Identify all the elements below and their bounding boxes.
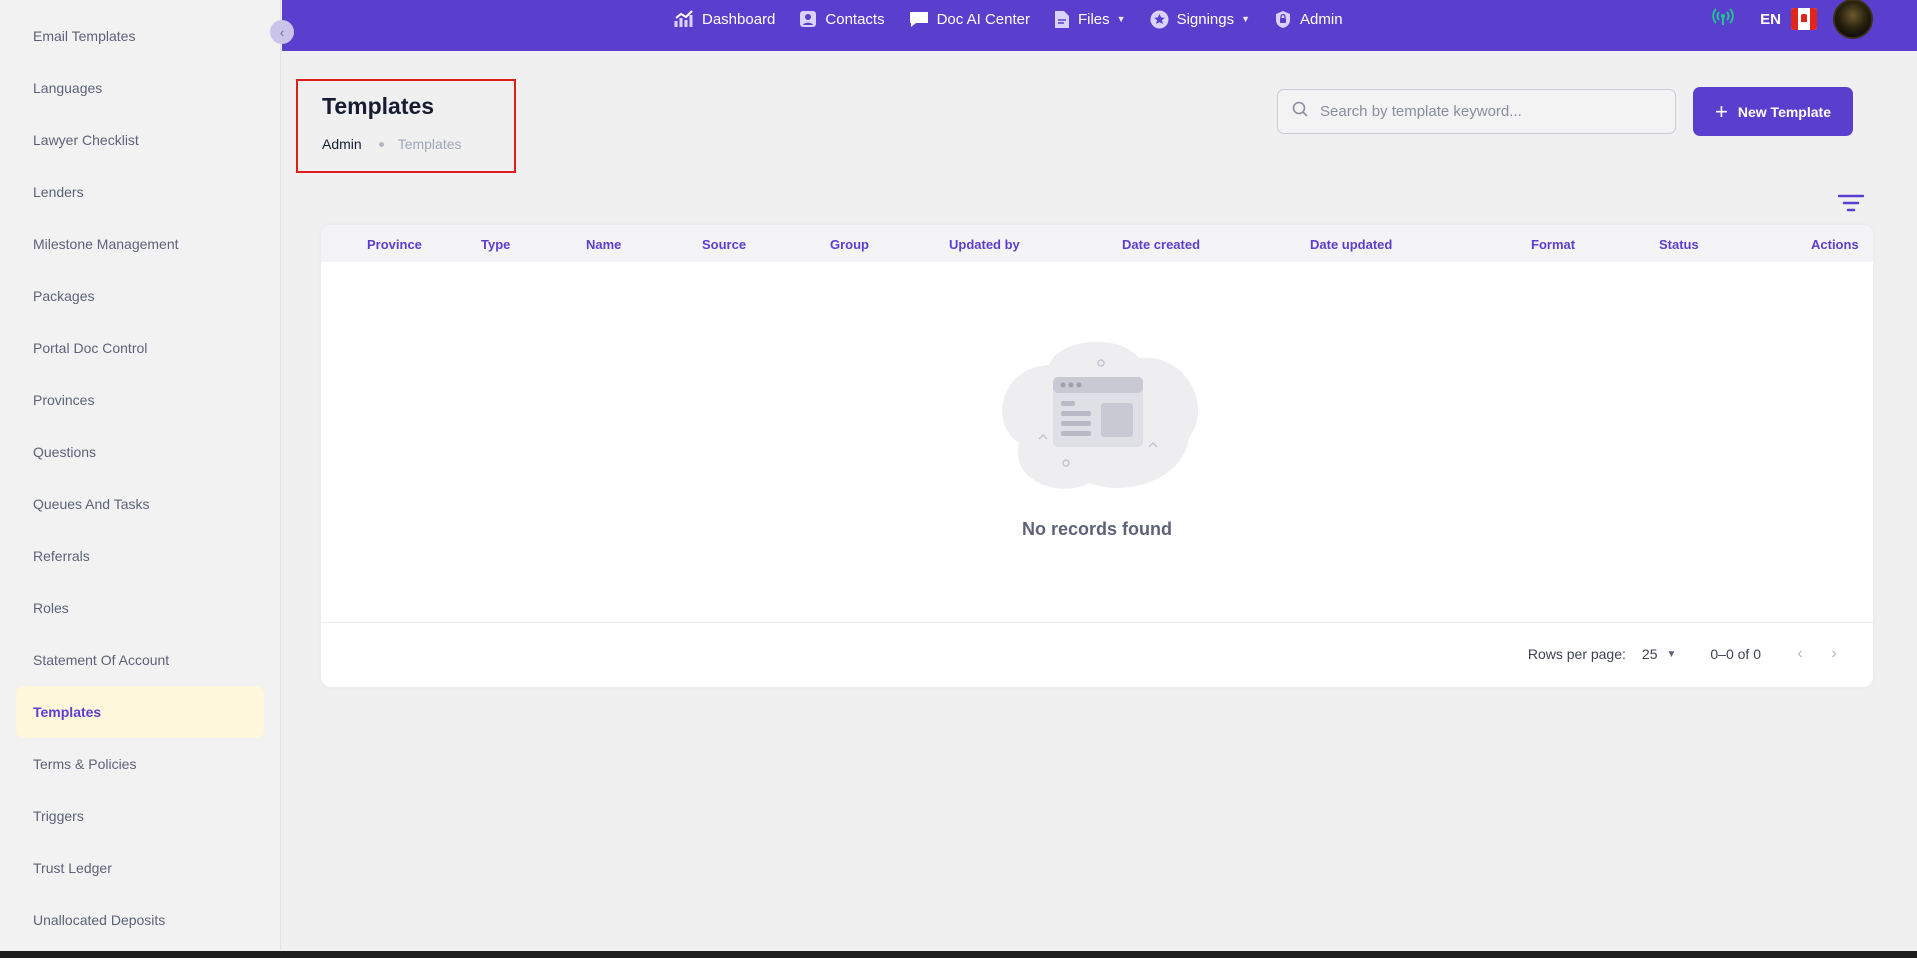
col-actions: Actions (1811, 237, 1859, 252)
templates-table-card: Province Type Name Source Group Updated … (321, 225, 1873, 687)
chevron-down-icon: ▼ (1241, 14, 1251, 24)
sidebar-item-lenders[interactable]: Lenders (16, 166, 264, 218)
nav-doc-ai-label: Doc AI Center (936, 10, 1030, 28)
sidebar-item-statement-of-account[interactable]: Statement Of Account (16, 634, 264, 686)
breadcrumb: Admin Templates (322, 136, 462, 152)
breadcrumb-admin[interactable]: Admin (322, 136, 362, 152)
file-icon (1054, 10, 1070, 29)
table-footer-divider (321, 622, 1873, 623)
col-source[interactable]: Source (702, 237, 746, 252)
table-header: Province Type Name Source Group Updated … (321, 225, 1873, 262)
star-badge-icon (1150, 10, 1169, 29)
main-nav: Dashboard Contacts Doc AI Center Files ▼ (674, 0, 1367, 38)
sidebar-item-queues-and-tasks[interactable]: Queues And Tasks (16, 478, 264, 530)
col-updated-by[interactable]: Updated by (949, 237, 1020, 252)
topbar-right: EN (1712, 0, 1873, 39)
filter-icon[interactable] (1837, 193, 1865, 213)
new-template-label: New Template (1737, 103, 1831, 120)
chevron-down-icon: ▼ (1666, 648, 1677, 660)
sidebar-item-lawyer-checklist[interactable]: Lawyer Checklist (16, 114, 264, 166)
col-group[interactable]: Group (830, 237, 869, 252)
sidebar-item-unallocated-deposits[interactable]: Unallocated Deposits (16, 894, 264, 946)
top-navbar: Dashboard Contacts Doc AI Center Files ▼ (282, 0, 1917, 51)
next-page-icon[interactable]: › (1817, 645, 1851, 663)
broadcast-signal-icon[interactable] (1712, 7, 1734, 31)
search-icon (1292, 101, 1308, 122)
chart-line-icon (674, 9, 694, 29)
sidebar-collapse-button[interactable]: ‹ (270, 20, 294, 44)
sidebar-item-milestone-management[interactable]: Milestone Management (16, 218, 264, 270)
chevron-down-icon: ▼ (1116, 14, 1126, 24)
bottom-strip (0, 951, 1917, 958)
new-template-button[interactable]: + New Template (1693, 87, 1853, 136)
sidebar-item-triggers[interactable]: Triggers (16, 790, 264, 842)
sidebar-item-trust-ledger[interactable]: Trust Ledger (16, 842, 264, 894)
sidebar-item-languages[interactable]: Languages (16, 62, 264, 114)
page-header: Templates Admin Templates (296, 79, 516, 173)
search-input[interactable] (1320, 103, 1660, 120)
sidebar-item-email-templates[interactable]: Email Templates (16, 10, 264, 62)
col-date-created[interactable]: Date created (1122, 237, 1200, 252)
nav-dashboard[interactable]: Dashboard (674, 9, 775, 29)
nav-admin[interactable]: Admin (1274, 10, 1343, 29)
lock-icon (1274, 10, 1292, 29)
col-name[interactable]: Name (586, 237, 621, 252)
nav-contacts[interactable]: Contacts (799, 10, 885, 28)
rows-per-page-select[interactable]: 25 ▼ (1642, 646, 1676, 662)
col-status[interactable]: Status (1659, 237, 1699, 252)
col-province[interactable]: Province (367, 237, 422, 252)
sidebar-menu: Email Templates Languages Lawyer Checklist… (16, 10, 264, 946)
col-date-updated[interactable]: Date updated (1310, 237, 1392, 252)
rows-per-page-label: Rows per page: (1527, 646, 1626, 662)
nav-dashboard-label: Dashboard (702, 10, 776, 28)
breadcrumb-separator (378, 141, 384, 147)
pagination-range: 0–0 of 0 (1710, 646, 1761, 662)
nav-signings[interactable]: Signings ▼ (1150, 10, 1250, 29)
empty-state-message: No records found (1021, 519, 1172, 539)
sidebar: Email Templates Languages Lawyer Checklist… (0, 0, 281, 950)
search-box (1277, 89, 1676, 134)
sidebar-item-referrals[interactable]: Referrals (16, 530, 264, 582)
nav-admin-label: Admin (1300, 10, 1343, 28)
nav-doc-ai-center[interactable]: Doc AI Center (909, 10, 1030, 28)
language-selector[interactable]: EN (1760, 11, 1781, 28)
col-type[interactable]: Type (481, 237, 510, 252)
prev-page-icon[interactable]: ‹ (1783, 645, 1817, 663)
nav-signings-label: Signings (1176, 10, 1235, 28)
sidebar-item-portal-doc-control[interactable]: Portal Doc Control (16, 322, 264, 374)
sidebar-item-questions[interactable]: Questions (16, 426, 264, 478)
breadcrumb-templates: Templates (397, 136, 462, 152)
col-format[interactable]: Format (1531, 237, 1575, 252)
sidebar-item-packages[interactable]: Packages (16, 270, 264, 322)
empty-state-illustration (989, 333, 1209, 503)
chevron-left-icon: ‹ (279, 24, 285, 40)
plus-icon: + (1715, 98, 1728, 124)
message-icon (909, 10, 929, 28)
nav-files-label: Files (1077, 10, 1110, 28)
user-avatar[interactable] (1833, 0, 1873, 39)
sidebar-item-provinces[interactable]: Provinces (16, 374, 264, 426)
sidebar-item-terms-policies[interactable]: Terms & Policies (16, 738, 264, 790)
canada-flag-icon[interactable] (1791, 8, 1817, 30)
nav-contacts-label: Contacts (825, 10, 885, 28)
contact-card-icon (799, 10, 817, 28)
nav-files[interactable]: Files ▼ (1054, 10, 1126, 29)
pagination: Rows per page: 25 ▼ 0–0 of 0 ‹ › (1528, 645, 1851, 663)
sidebar-item-roles[interactable]: Roles (16, 582, 264, 634)
page-title: Templates (322, 93, 435, 119)
sidebar-item-templates[interactable]: Templates (16, 686, 264, 738)
rows-per-page-value: 25 (1641, 646, 1658, 662)
